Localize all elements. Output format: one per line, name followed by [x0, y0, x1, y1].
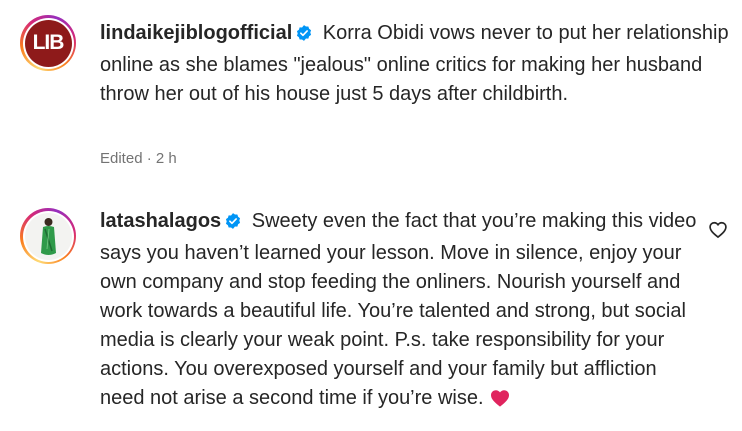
lib-logo: LIB — [24, 19, 72, 67]
verified-badge-icon — [295, 22, 313, 51]
username[interactable]: latashalagos — [100, 210, 221, 232]
red-heart-icon — [490, 387, 510, 416]
lib-logo-text: LIB — [32, 31, 65, 54]
username[interactable]: lindaikejiblogofficial — [100, 22, 292, 44]
heart-outline-icon[interactable] — [708, 220, 728, 240]
reply-comment: latashalagos Sweety even the fact that y… — [100, 207, 700, 416]
comment-meta: Edited · 2 h — [100, 150, 177, 167]
comment-body: Sweety even the fact that you’re making … — [100, 210, 697, 409]
verified-badge-icon — [224, 210, 242, 239]
person-figure-icon — [24, 212, 72, 260]
avatar-lindaikejiblogofficial[interactable]: LIB — [20, 15, 76, 71]
caption-comment: lindaikejiblogofficial Korra Obidi vows … — [100, 19, 730, 109]
avatar-latashalagos[interactable] — [20, 208, 76, 264]
profile-photo — [24, 212, 72, 260]
